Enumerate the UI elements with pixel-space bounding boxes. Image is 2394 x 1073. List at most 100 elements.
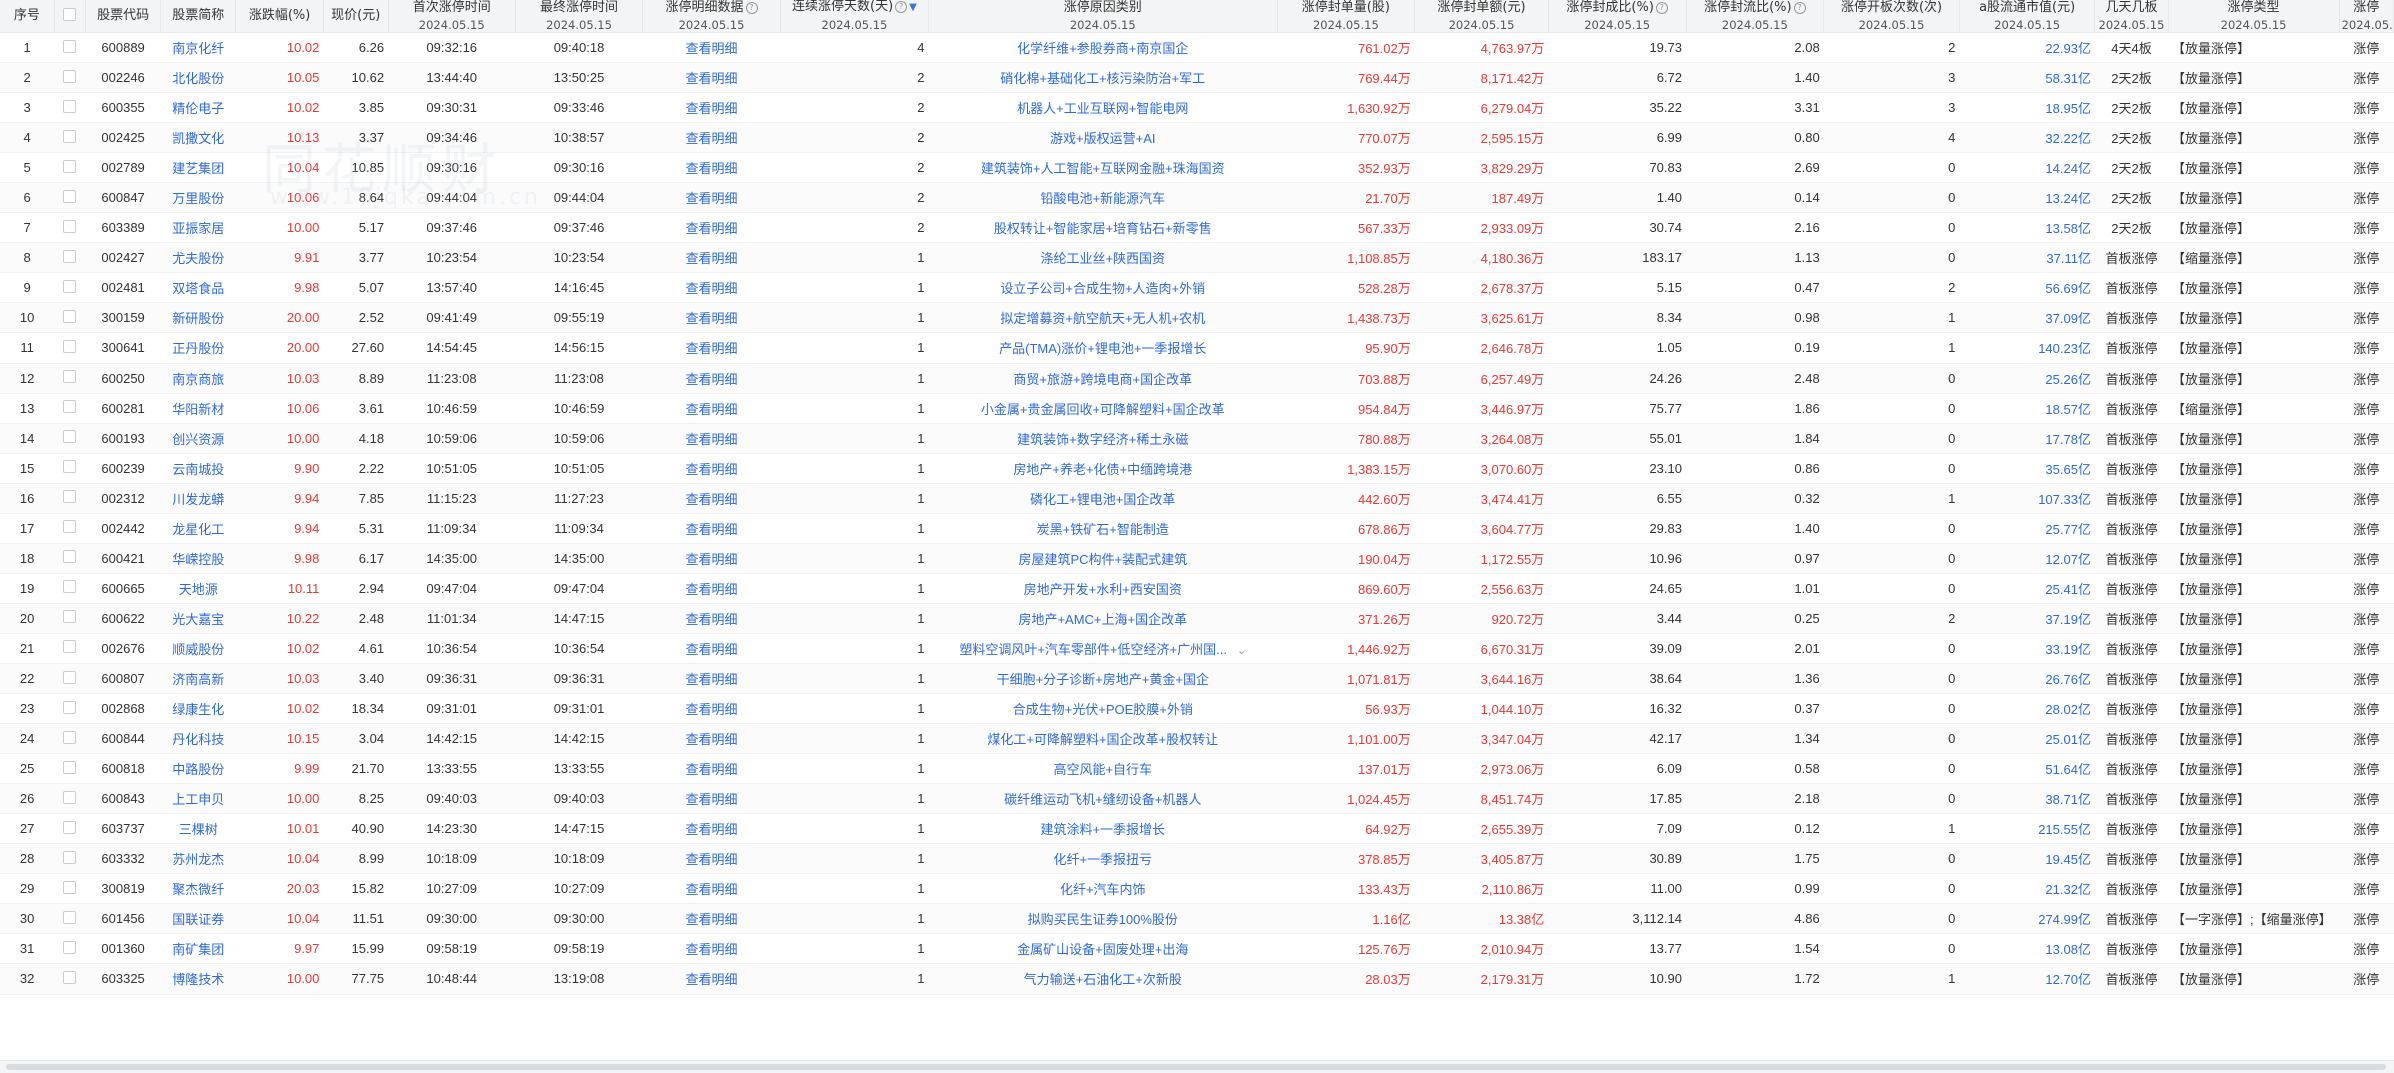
col-header-status[interactable]: 涨停2024.05.15 xyxy=(2339,0,2394,33)
col-header-ratio2[interactable]: 涨停封流比(%)? 2024.05.15 xyxy=(1686,0,1825,33)
row-checkbox[interactable] xyxy=(54,903,86,935)
cell-mcap[interactable]: 17.78亿 xyxy=(1959,423,2095,454)
view-detail-link[interactable]: 查看明细 xyxy=(642,62,781,94)
row-checkbox-box[interactable] xyxy=(63,520,77,534)
view-detail-link[interactable]: 查看明细 xyxy=(642,32,781,64)
cell-mcap[interactable]: 18.57亿 xyxy=(1959,393,2095,424)
cell-name-link[interactable]: 济南高新 xyxy=(160,663,236,695)
row-checkbox-box[interactable] xyxy=(63,189,77,203)
chevron-down-icon[interactable]: ⌄ xyxy=(1237,645,1246,657)
cell-reason[interactable]: 铅酸电池+新能源汽车 xyxy=(928,182,1278,214)
cell-name-link[interactable]: 川发龙蟒 xyxy=(160,483,236,514)
table-row[interactable]: 25 600818 中路股份 9.99 21.70 13:33:55 13:33:55 查看明… xyxy=(0,753,2394,785)
col-header-type[interactable]: 涨停类型 2024.05.15 xyxy=(2168,0,2340,33)
row-checkbox[interactable] xyxy=(54,663,86,695)
cell-name-link[interactable]: 上工申贝 xyxy=(160,783,236,815)
cell-reason[interactable]: 建筑装饰+数字经济+稀土永磁 xyxy=(928,423,1278,454)
row-checkbox[interactable] xyxy=(54,693,86,725)
view-detail-link[interactable]: 查看明细 xyxy=(642,963,781,995)
scrollbar-thumb[interactable] xyxy=(6,1064,2386,1070)
row-checkbox-box[interactable] xyxy=(63,580,77,594)
cell-reason[interactable]: 机器人+工业互联网+智能电网 xyxy=(928,92,1278,124)
cell-mcap[interactable]: 33.19亿 xyxy=(1959,633,2095,664)
col-header-seq[interactable]: 序号 xyxy=(0,0,55,33)
cell-mcap[interactable]: 13.24亿 xyxy=(1959,182,2095,214)
cell-name-link[interactable]: 聚杰微纤 xyxy=(160,873,236,905)
cell-reason[interactable]: 游戏+版权运营+AI xyxy=(928,122,1278,154)
cell-reason[interactable]: 房地产+养老+化债+中缅跨境港 xyxy=(928,453,1278,484)
row-checkbox-box[interactable] xyxy=(63,790,77,804)
table-row[interactable]: 8 002427 尤夫股份 9.91 3.77 10:23:54 10:23:54 查看明细 1… xyxy=(0,242,2394,274)
row-checkbox[interactable] xyxy=(54,483,86,514)
cell-mcap[interactable]: 32.22亿 xyxy=(1959,122,2095,154)
col-header-amt[interactable]: 涨停封单额(元) 2024.05.15 xyxy=(1414,0,1549,33)
table-row[interactable]: 29 300819 聚杰微纤 20.03 15.82 10:27:09 10:27:09 查看… xyxy=(0,873,2394,905)
cell-name-link[interactable]: 亚振家居 xyxy=(160,212,236,244)
col-header-mcap[interactable]: a股流通市值(元) 2024.05.15 xyxy=(1959,0,2096,33)
cell-mcap[interactable]: 12.07亿 xyxy=(1959,543,2095,574)
table-row[interactable]: 30 601456 国联证券 10.04 11.51 09:30:00 09:30:00 查看… xyxy=(0,903,2394,935)
cell-reason[interactable]: 高空风能+自行车 xyxy=(928,753,1278,785)
row-checkbox-box[interactable] xyxy=(63,970,77,984)
table-row[interactable]: 27 603737 三棵树 10.01 40.90 14:23:30 14:47:15 查看明… xyxy=(0,813,2394,845)
row-checkbox[interactable] xyxy=(54,302,86,334)
view-detail-link[interactable]: 查看明细 xyxy=(642,182,781,214)
cell-mcap[interactable]: 19.45亿 xyxy=(1959,843,2095,875)
cell-name-link[interactable]: 尤夫股份 xyxy=(160,242,236,274)
cell-mcap[interactable]: 14.24亿 xyxy=(1959,152,2095,184)
cell-name-link[interactable]: 三棵树 xyxy=(160,813,236,845)
cell-reason[interactable]: 房屋建筑PC构件+装配式建筑 xyxy=(928,543,1278,574)
row-checkbox[interactable] xyxy=(54,423,86,454)
row-checkbox-box[interactable] xyxy=(63,850,77,864)
cell-mcap[interactable]: 37.11亿 xyxy=(1959,242,2095,274)
row-checkbox-box[interactable] xyxy=(63,640,77,654)
table-row[interactable]: 15 600239 云南城投 9.90 2.22 10:51:05 10:51:05 查看明细… xyxy=(0,453,2394,484)
cell-reason[interactable]: 小金属+贵金属回收+可降解塑料+国企改革 xyxy=(928,393,1278,424)
col-header-detail[interactable]: 涨停明细数据? 2024.05.15 xyxy=(642,0,781,33)
view-detail-link[interactable]: 查看明细 xyxy=(642,663,781,695)
cell-mcap[interactable]: 28.02亿 xyxy=(1959,693,2095,725)
col-header-board[interactable]: 几天几板 2024.05.15 xyxy=(2094,0,2169,33)
cell-mcap[interactable]: 21.32亿 xyxy=(1959,873,2095,905)
view-detail-link[interactable]: 查看明细 xyxy=(642,813,781,845)
table-row[interactable]: 1 600889 南京化纤 10.02 6.26 09:32:16 09:40:18 查看明细… xyxy=(0,32,2394,64)
table-row[interactable]: 5 002789 建艺集团 10.04 10.85 09:30:16 09:30:16 查看明… xyxy=(0,152,2394,184)
row-checkbox[interactable] xyxy=(54,453,86,484)
row-checkbox-box[interactable] xyxy=(63,129,77,143)
cell-mcap[interactable]: 35.65亿 xyxy=(1959,453,2095,484)
col-header-reason[interactable]: 涨停原因类别 2024.05.15 xyxy=(928,0,1278,33)
cell-reason[interactable]: 拟定增募资+航空航天+无人机+农机 xyxy=(928,302,1278,334)
view-detail-link[interactable]: 查看明细 xyxy=(642,723,781,755)
view-detail-link[interactable]: 查看明细 xyxy=(642,92,781,124)
cell-reason[interactable]: 股权转让+智能家居+培育钻石+新零售 xyxy=(928,212,1278,244)
row-checkbox-box[interactable] xyxy=(63,820,77,834)
table-row[interactable]: 17 002442 龙星化工 9.94 5.31 11:09:34 11:09:34 查看明细… xyxy=(0,513,2394,544)
table-row[interactable]: 24 600844 丹化科技 10.15 3.04 14:42:15 14:42:15 查看明… xyxy=(0,723,2394,755)
cell-reason[interactable]: 化纤+汽车内饰 xyxy=(928,873,1278,905)
table-row[interactable]: 14 600193 创兴资源 10.00 4.18 10:59:06 10:59:06 查看明… xyxy=(0,423,2394,454)
col-header-price[interactable]: 现价(元) xyxy=(323,0,389,33)
view-detail-link[interactable]: 查看明细 xyxy=(642,122,781,154)
help-icon[interactable]: ? xyxy=(1793,1,1806,14)
cell-reason[interactable]: 磷化工+锂电池+国企改革 xyxy=(928,483,1278,514)
cell-name-link[interactable]: 华嵘控股 xyxy=(160,543,236,574)
table-row[interactable]: 23 002868 绿康生化 10.02 18.34 09:31:01 09:31:01 查看… xyxy=(0,693,2394,725)
view-detail-link[interactable]: 查看明细 xyxy=(642,843,781,875)
view-detail-link[interactable]: 查看明细 xyxy=(642,573,781,604)
cell-name-link[interactable]: 创兴资源 xyxy=(160,423,236,454)
table-row[interactable]: 18 600421 华嵘控股 9.98 6.17 14:35:00 14:35:00 查看明细… xyxy=(0,543,2394,574)
cell-name-link[interactable]: 建艺集团 xyxy=(160,152,236,184)
cell-reason[interactable]: 合成生物+光伏+POE胶膜+外销 xyxy=(928,693,1278,725)
table-row[interactable]: 28 603332 苏州龙杰 10.04 8.99 10:18:09 10:18:09 查看明… xyxy=(0,843,2394,875)
view-detail-link[interactable]: 查看明细 xyxy=(642,903,781,935)
help-icon[interactable]: ? xyxy=(745,1,758,14)
col-header-name[interactable]: 股票简称 xyxy=(160,0,237,33)
row-checkbox[interactable] xyxy=(54,513,86,544)
view-detail-link[interactable]: 查看明细 xyxy=(642,633,781,664)
col-header-days[interactable]: 连续涨停天数(天)? ▼ 2024.05.15 xyxy=(780,0,930,33)
row-checkbox[interactable] xyxy=(54,393,86,424)
col-header-open[interactable]: 涨停开板次数(次) 2024.05.15 xyxy=(1823,0,1960,33)
cell-reason[interactable]: 房地产+AMC+上海+国企改革 xyxy=(928,603,1278,634)
cell-reason[interactable]: 干细胞+分子诊断+房地产+黄金+国企 xyxy=(928,663,1278,695)
help-icon[interactable]: ? xyxy=(1655,1,1668,14)
